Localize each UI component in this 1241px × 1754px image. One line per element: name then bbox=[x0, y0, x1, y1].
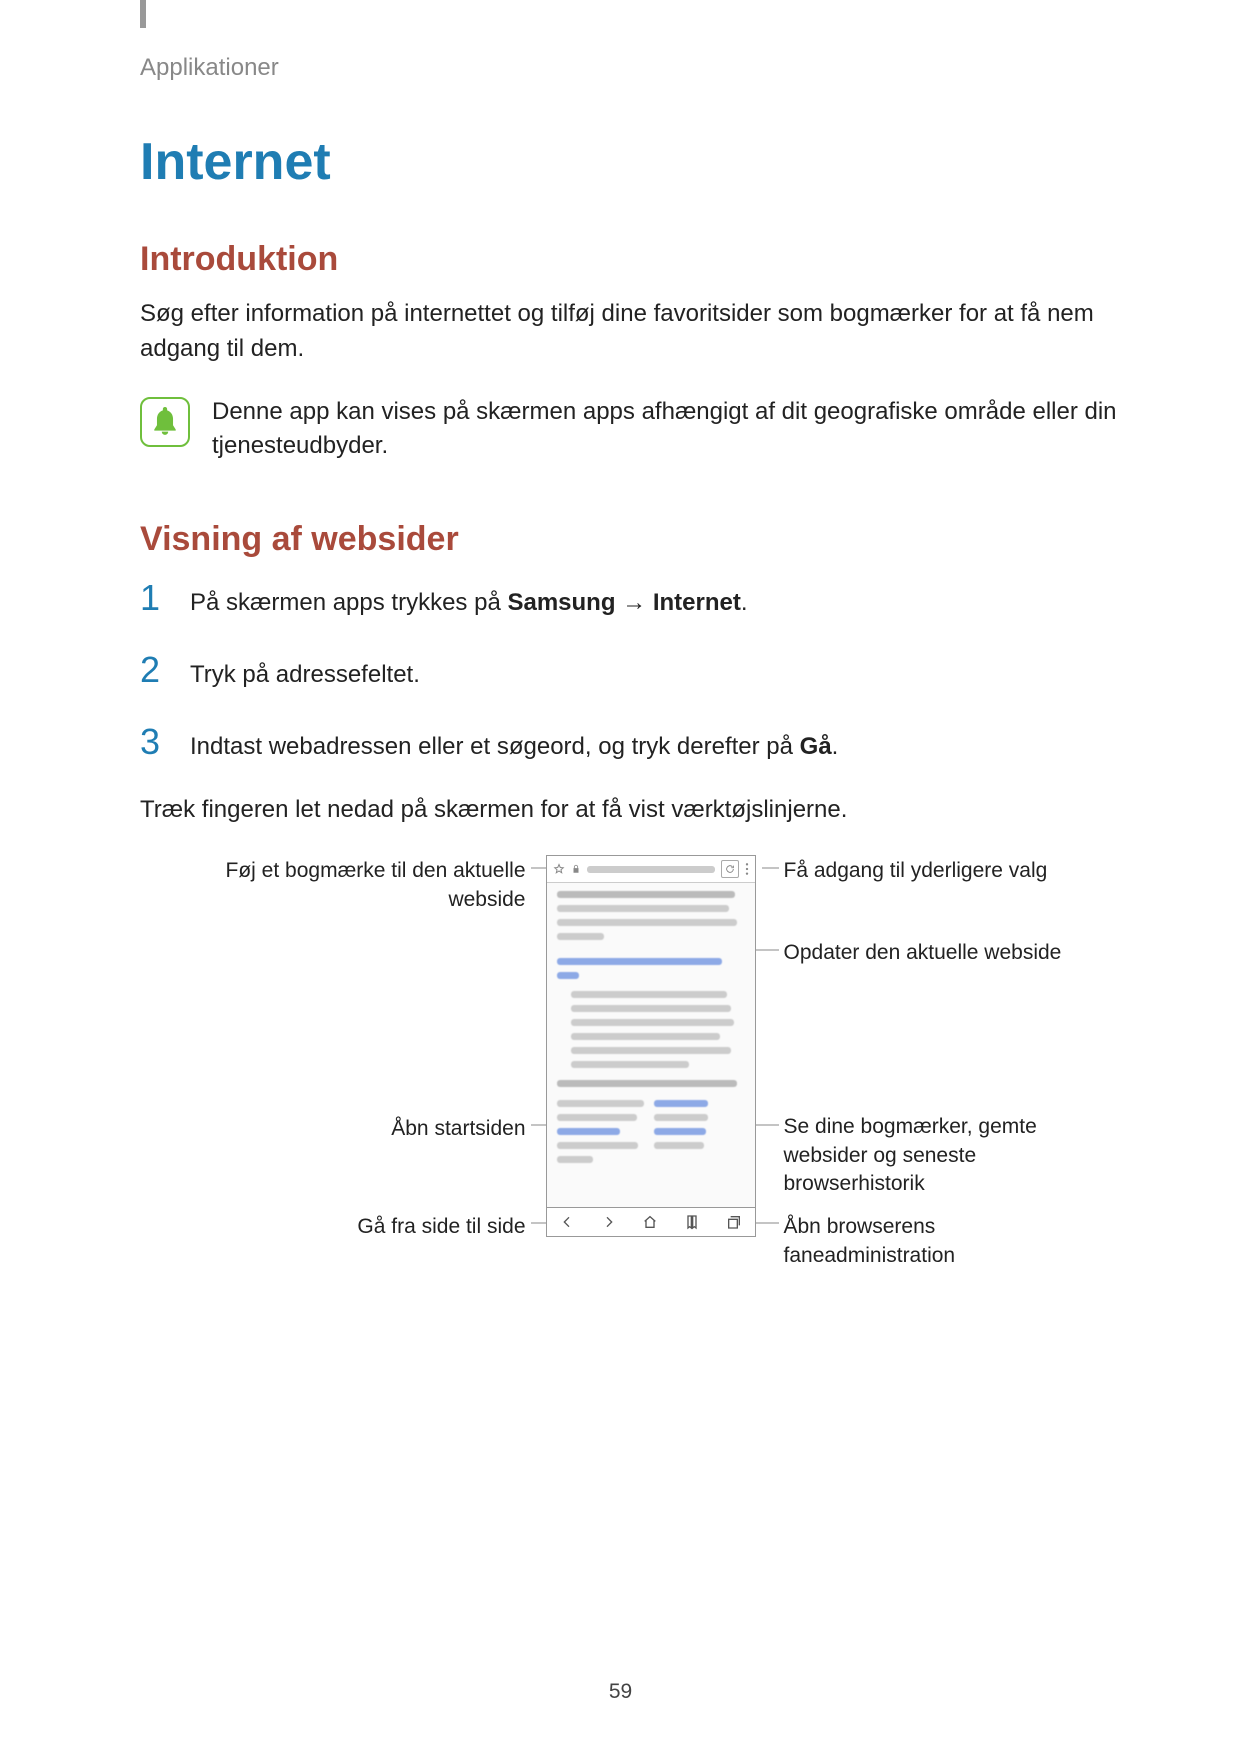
url-text bbox=[587, 866, 715, 873]
page-number: 59 bbox=[0, 1680, 1241, 1704]
bell-icon bbox=[140, 397, 190, 447]
reload-icon bbox=[721, 860, 739, 878]
step-num-3: 3 bbox=[140, 721, 168, 763]
star-icon bbox=[553, 863, 565, 875]
callout-home: Åbn startsiden bbox=[206, 1115, 526, 1143]
step-list: 1 På skærmen apps trykkes på Samsung → I… bbox=[140, 577, 1171, 764]
breadcrumb: Applikationer bbox=[140, 54, 1171, 82]
step-num-1: 1 bbox=[140, 577, 168, 619]
page-content-mock bbox=[547, 883, 755, 1209]
diagram: Føj et bogmærke til den aktuelle webside… bbox=[206, 855, 1106, 1255]
callout-more: Få adgang til yderligere valg bbox=[784, 857, 1084, 885]
callout-bookmarks-history: Se dine bogmærker, gemte websider og sen… bbox=[784, 1113, 1084, 1198]
bottom-toolbar bbox=[547, 1207, 755, 1236]
lock-icon bbox=[571, 863, 581, 875]
step-2-text: Tryk på adressefeltet. bbox=[190, 658, 420, 693]
tabs-icon bbox=[713, 1214, 755, 1230]
page-tab-mark bbox=[140, 0, 146, 28]
step-1-text: På skærmen apps trykkes på Samsung → Int… bbox=[190, 586, 748, 621]
bookmarks-icon bbox=[671, 1214, 713, 1230]
more-icon bbox=[745, 862, 749, 876]
back-icon bbox=[547, 1214, 589, 1230]
callout-nav: Gå fra side til side bbox=[206, 1213, 526, 1241]
note-block: Denne app kan vises på skærmen apps afhæ… bbox=[140, 395, 1171, 465]
browser-mock bbox=[546, 855, 756, 1237]
address-bar bbox=[547, 856, 755, 883]
step-2: 2 Tryk på adressefeltet. bbox=[140, 649, 1171, 693]
forward-icon bbox=[588, 1214, 630, 1230]
callout-tabs: Åbn browserens faneadministration bbox=[784, 1213, 1084, 1270]
page-title: Internet bbox=[140, 132, 1171, 192]
step-3-text: Indtast webadressen eller et søgeord, og… bbox=[190, 730, 838, 765]
step-1: 1 På skærmen apps trykkes på Samsung → I… bbox=[140, 577, 1171, 621]
step-3: 3 Indtast webadressen eller et søgeord, … bbox=[140, 721, 1171, 765]
note-text: Denne app kan vises på skærmen apps afhæ… bbox=[212, 395, 1171, 465]
intro-heading: Introduktion bbox=[140, 240, 1171, 279]
home-icon bbox=[630, 1214, 672, 1230]
swipe-text: Træk fingeren let nedad på skærmen for a… bbox=[140, 793, 1171, 828]
callout-bookmark: Føj et bogmærke til den aktuelle webside bbox=[206, 857, 526, 914]
callout-reload: Opdater den aktuelle webside bbox=[784, 939, 1104, 967]
view-heading: Visning af websider bbox=[140, 520, 1171, 559]
step-num-2: 2 bbox=[140, 649, 168, 691]
intro-text: Søg efter information på internettet og … bbox=[140, 297, 1171, 367]
